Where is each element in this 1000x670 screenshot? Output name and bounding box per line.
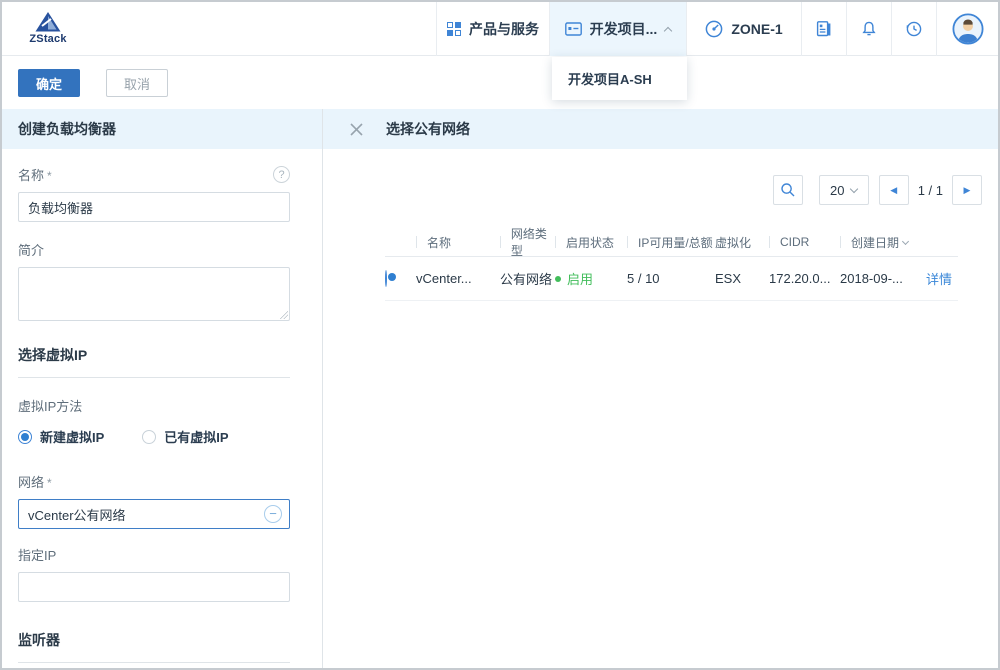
zstack-logo[interactable]: ZStack [22,12,74,45]
specify-ip-label: 指定IP [18,545,290,564]
bell-icon [860,20,878,38]
col-ip-quota[interactable]: IP可用量/总额 [627,234,715,251]
nav-user-menu[interactable] [936,2,998,56]
right-panel-header: 选择公有网络 [323,109,998,149]
required-mark: * [47,169,52,183]
form-actions: 确定 取消 [2,56,998,109]
select-public-network-panel: 选择公有网络 20 ◀ 1 / 1 ▶ [323,109,998,668]
create-loadbalancer-panel: 创建负载均衡器 名称* ? 简介 选择虚拟IP 虚拟IP方法 新建 [2,109,323,668]
prev-arrow-icon: ◀ [890,186,897,195]
chevron-up-icon [664,26,672,34]
public-network-table: 名称 网络类型 启用状态 IP可用量/总额 虚拟化 CIDR 创建日期 vCen… [385,225,958,301]
next-page-button[interactable]: ▶ [952,175,982,205]
nav-zone-label: ZONE-1 [731,21,782,37]
main-area: 创建负载均衡器 名称* ? 简介 选择虚拟IP 虚拟IP方法 新建 [2,109,998,668]
confirm-button[interactable]: 确定 [18,69,80,97]
nav-history-button[interactable] [891,2,936,56]
row-network-type: 公有网络 [500,269,555,288]
nav-right-group: 产品与服务 开发项目... ZONE-1 [436,2,998,56]
project-dropdown: 开发项目A-SH [552,57,687,100]
col-cidr[interactable]: CIDR [769,235,840,249]
network-input[interactable] [18,499,290,529]
resize-grip-icon[interactable] [280,311,288,319]
radio-new-vip[interactable]: 新建虚拟IP [18,427,104,446]
prev-page-button[interactable]: ◀ [879,175,909,205]
app-window: ZStack 产品与服务 开发项目... [0,0,1000,670]
remove-network-icon[interactable]: − [264,505,282,523]
vip-method-label: 虚拟IP方法 [18,396,290,415]
row-status: 启用 [555,269,627,288]
vip-section-title: 选择虚拟IP [18,345,290,378]
table-row[interactable]: vCenter... 公有网络 启用 5 / 10 ESX 172.20.0..… [385,257,958,301]
row-name: vCenter... [416,271,500,286]
listener-section-title: 监听器 [18,630,290,663]
sort-caret-icon [902,237,909,244]
nav-zone[interactable]: ZONE-1 [686,2,801,56]
close-icon[interactable] [349,122,364,137]
radio-existing-vip[interactable]: 已有虚拟IP [142,427,228,446]
description-textarea[interactable] [18,267,290,321]
history-icon [905,20,923,38]
nav-project-menu[interactable]: 开发项目... [549,2,686,56]
nav-notifications-button[interactable] [846,2,891,56]
right-panel-title: 选择公有网络 [386,119,470,139]
radio-new-vip-label: 新建虚拟IP [40,427,104,446]
col-name[interactable]: 名称 [416,234,500,251]
table-toolbar: 20 ◀ 1 / 1 ▶ [323,175,982,205]
zstack-logo-text: ZStack [29,33,66,45]
nav-document-button[interactable] [801,2,846,56]
col-virtualization[interactable]: 虚拟化 [715,234,769,251]
network-label: 网络* [18,472,290,491]
page-size-value: 20 [830,183,844,198]
name-input[interactable] [18,192,290,222]
zone-icon [705,20,723,38]
radio-selected-icon [18,430,32,444]
row-created-date: 2018-09-... [840,271,926,286]
radio-unselected-icon [142,430,156,444]
col-status[interactable]: 启用状态 [555,234,627,251]
row-detail-link[interactable]: 详情 [926,269,952,288]
document-icon [815,20,833,38]
help-icon[interactable]: ? [273,166,290,183]
page-size-select[interactable]: 20 [819,175,869,205]
description-label: 简介 [18,240,290,259]
top-navbar: ZStack 产品与服务 开发项目... [2,2,998,56]
nav-products-services[interactable]: 产品与服务 [436,2,549,56]
table-header-row: 名称 网络类型 启用状态 IP可用量/总额 虚拟化 CIDR 创建日期 [385,225,958,257]
nav-products-label: 产品与服务 [469,19,539,39]
radio-existing-vip-label: 已有虚拟IP [164,427,228,446]
col-network-type[interactable]: 网络类型 [500,225,555,259]
project-icon [565,22,582,36]
avatar [952,13,984,45]
zstack-logo-icon [35,12,61,32]
row-cidr: 172.20.0... [769,271,840,286]
search-icon [780,182,796,198]
row-radio-selected-icon [385,270,387,287]
chevron-down-icon [850,184,858,192]
col-created-date[interactable]: 创建日期 [840,234,926,251]
left-panel-title: 创建负载均衡器 [2,109,322,149]
status-dot-icon [555,276,561,282]
left-panel-body: 名称* ? 简介 选择虚拟IP 虚拟IP方法 新建虚拟IP [2,149,322,668]
row-radio-cell[interactable] [385,271,416,286]
row-ip-quota: 5 / 10 [627,271,715,286]
cancel-button[interactable]: 取消 [106,69,168,97]
row-virtualization: ESX [715,271,769,286]
nav-project-label: 开发项目... [590,19,658,39]
project-dropdown-item[interactable]: 开发项目A-SH [552,57,687,100]
page-indicator: 1 / 1 [918,183,943,198]
search-button[interactable] [773,175,803,205]
grid-icon [447,22,461,36]
specify-ip-input[interactable] [18,572,290,602]
name-label: 名称* [18,165,52,184]
next-arrow-icon: ▶ [964,186,971,195]
